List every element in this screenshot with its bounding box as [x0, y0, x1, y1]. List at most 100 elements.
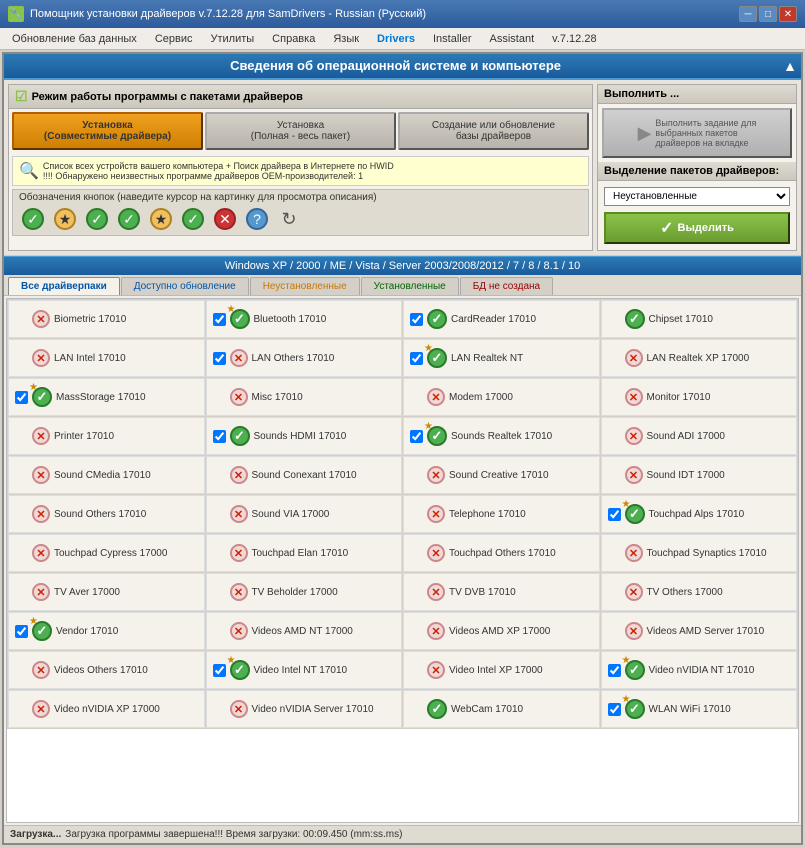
driver-checkbox[interactable]	[410, 430, 423, 443]
tab-no-db[interactable]: БД не создана	[460, 277, 553, 295]
packages-dropdown[interactable]: Неустановленные	[604, 187, 790, 206]
driver-item[interactable]: ✓ ★ Vendor 17010	[8, 612, 205, 650]
install-btn-full[interactable]: Установка (Полная - весь пакет)	[205, 112, 396, 150]
driver-item[interactable]: ✓ ★ WLAN WiFi 17010	[601, 690, 798, 728]
tab-uninstalled[interactable]: Неустановленные	[250, 277, 360, 295]
icon-green-check-3[interactable]: ✓	[115, 205, 143, 233]
driver-item[interactable]: ✕Sound IDT 17000	[601, 456, 798, 494]
driver-item[interactable]: ✓ ★ LAN Realtek NT	[403, 339, 600, 377]
driver-checkbox[interactable]	[410, 313, 423, 326]
driver-name: Video Intel NT 17010	[254, 665, 348, 676]
driver-name: Touchpad Alps 17010	[649, 509, 745, 520]
menu-utils[interactable]: Утилиты	[202, 31, 262, 47]
maximize-button[interactable]: □	[759, 6, 777, 22]
driver-checkbox[interactable]	[213, 313, 226, 326]
driver-item[interactable]: ✕Sound CMedia 17010	[8, 456, 205, 494]
icon-red-x[interactable]: ✕	[211, 205, 239, 233]
driver-item[interactable]: ✕TV Aver 17000	[8, 573, 205, 611]
driver-item[interactable]: ✓ ★ Bluetooth 17010	[206, 300, 403, 338]
highlight-button[interactable]: ✓ Выделить	[604, 212, 790, 244]
driver-item[interactable]: ✕LAN Others 17010	[206, 339, 403, 377]
minimize-button[interactable]: ─	[739, 6, 757, 22]
driver-item[interactable]: ✕Video Intel XP 17000	[403, 651, 600, 689]
driver-item[interactable]: ✓ ★ Touchpad Alps 17010	[601, 495, 798, 533]
driver-name: Sounds HDMI 17010	[254, 431, 347, 442]
driver-item[interactable]: ✕Touchpad Synaptics 17010	[601, 534, 798, 572]
driver-grid[interactable]: ✕Biometric 17010 ✓ ★ Bluetooth 17010✓Car…	[6, 298, 799, 823]
driver-item[interactable]: ✕Touchpad Cypress 17000	[8, 534, 205, 572]
driver-item[interactable]: ✕Modem 17000	[403, 378, 600, 416]
icon-question[interactable]: ?	[243, 205, 271, 233]
driver-item[interactable]: ✓ ★ MassStorage 17010	[8, 378, 205, 416]
driver-item[interactable]: ✕Sound Conexant 17010	[206, 456, 403, 494]
menu-lang[interactable]: Язык	[325, 31, 367, 47]
driver-item[interactable]: ✓Sounds HDMI 17010	[206, 417, 403, 455]
driver-checkbox[interactable]	[608, 703, 621, 716]
driver-item[interactable]: ✕Telephone 17010	[403, 495, 600, 533]
icon-star-check-2[interactable]: ★	[147, 205, 175, 233]
driver-item[interactable]: ✓ ★ Video nVIDIA NT 17010	[601, 651, 798, 689]
menu-assistant[interactable]: Assistant	[482, 31, 543, 47]
menu-help[interactable]: Справка	[264, 31, 323, 47]
driver-name: Sound IDT 17000	[647, 470, 725, 481]
driver-checkbox[interactable]	[15, 625, 28, 638]
driver-item[interactable]: ✕LAN Intel 17010	[8, 339, 205, 377]
driver-checkbox[interactable]	[410, 352, 423, 365]
driver-item[interactable]: ✕Sound ADI 17000	[601, 417, 798, 455]
driver-item[interactable]: ✕TV Beholder 17000	[206, 573, 403, 611]
driver-item[interactable]: ✕Printer 17010	[8, 417, 205, 455]
execute-button[interactable]: ▶ Выполнить задание для выбранных пакето…	[602, 108, 792, 158]
driver-item[interactable]: ✕Video nVIDIA XP 17000	[8, 690, 205, 728]
icon-check-star[interactable]: ✓	[179, 205, 207, 233]
menu-version: v.7.12.28	[544, 31, 604, 47]
menu-installer[interactable]: Installer	[425, 31, 480, 47]
driver-item[interactable]: ✕Monitor 17010	[601, 378, 798, 416]
tab-all[interactable]: Все драйверпаки	[8, 277, 120, 295]
driver-name: Video nVIDIA Server 17010	[252, 704, 374, 715]
driver-item[interactable]: ✕Touchpad Elan 17010	[206, 534, 403, 572]
driver-checkbox[interactable]	[608, 508, 621, 521]
driver-item[interactable]: ✕Touchpad Others 17010	[403, 534, 600, 572]
driver-item[interactable]: ✓ ★ Video Intel NT 17010	[206, 651, 403, 689]
driver-checkbox[interactable]	[213, 430, 226, 443]
driver-item[interactable]: ✕Videos AMD NT 17000	[206, 612, 403, 650]
driver-item[interactable]: ✕LAN Realtek XP 17000	[601, 339, 798, 377]
driver-checkbox[interactable]	[608, 664, 621, 677]
menu-service[interactable]: Сервис	[147, 31, 201, 47]
install-btn-compatible[interactable]: Установка (Совместимые драйвера)	[12, 112, 203, 150]
icon-refresh[interactable]: ↻	[275, 205, 303, 233]
driver-item[interactable]: ✓WebCam 17010	[403, 690, 600, 728]
driver-item[interactable]: ✕Biometric 17010	[8, 300, 205, 338]
tab-installed[interactable]: Установленные	[361, 277, 459, 295]
execute-arrow-icon: ▶	[638, 123, 652, 144]
tab-update[interactable]: Доступно обновление	[121, 277, 249, 295]
install-btn-create[interactable]: Создание или обновление базы драйверов	[398, 112, 589, 150]
driver-item[interactable]: ✕Sound Creative 17010	[403, 456, 600, 494]
driver-item[interactable]: ✓Chipset 17010	[601, 300, 798, 338]
driver-item[interactable]: ✓ ★ Sounds Realtek 17010	[403, 417, 600, 455]
driver-checkbox[interactable]	[213, 664, 226, 677]
icon-green-check-2[interactable]: ✓	[83, 205, 111, 233]
menu-drivers[interactable]: Drivers	[369, 31, 423, 47]
install-buttons-row: Установка (Совместимые драйвера) Установ…	[9, 109, 592, 153]
mode-panel-header: ☑ Режим работы программы с пакетами драй…	[9, 85, 592, 109]
driver-item[interactable]: ✕TV DVB 17010	[403, 573, 600, 611]
driver-item[interactable]: ✕TV Others 17000	[601, 573, 798, 611]
icon-green-check-1[interactable]: ✓	[19, 205, 47, 233]
driver-item[interactable]: ✓CardReader 17010	[403, 300, 600, 338]
driver-item[interactable]: ✕Sound Others 17010	[8, 495, 205, 533]
driver-checkbox[interactable]	[213, 352, 226, 365]
collapse-icon[interactable]: ▲	[783, 58, 797, 74]
driver-item[interactable]: ✕Videos Others 17010	[8, 651, 205, 689]
status-icon-starred: ✓ ★	[32, 387, 52, 407]
driver-item[interactable]: ✕Videos AMD Server 17010	[601, 612, 798, 650]
icon-star-check[interactable]: ★	[51, 205, 79, 233]
driver-checkbox[interactable]	[15, 391, 28, 404]
status-icon-red: ✕	[230, 466, 248, 484]
driver-item[interactable]: ✕Misc 17010	[206, 378, 403, 416]
driver-item[interactable]: ✕Videos AMD XP 17000	[403, 612, 600, 650]
driver-item[interactable]: ✕Sound VIA 17000	[206, 495, 403, 533]
driver-item[interactable]: ✕Video nVIDIA Server 17010	[206, 690, 403, 728]
menu-update[interactable]: Обновление баз данных	[4, 31, 145, 47]
close-button[interactable]: ✕	[779, 6, 797, 22]
